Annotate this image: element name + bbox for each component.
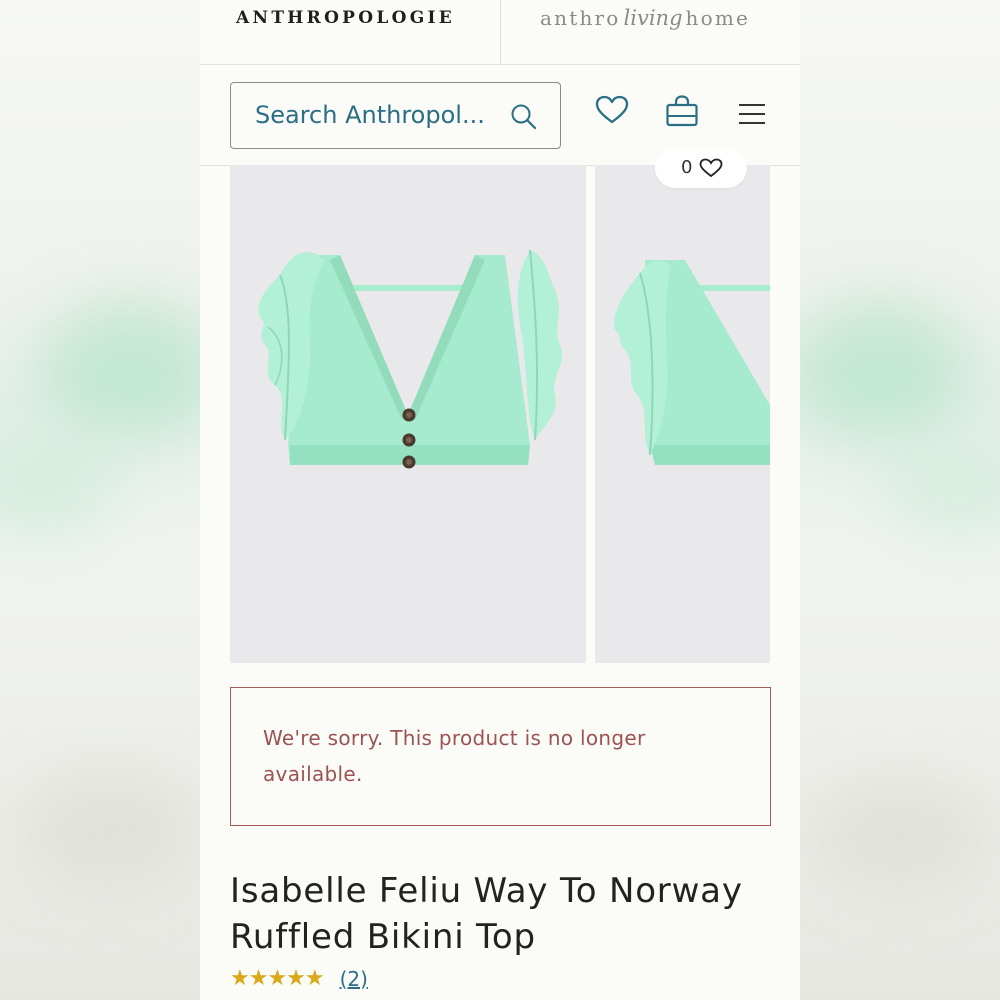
rating-row: ★★★★★ (2) (230, 966, 368, 991)
product-image-next[interactable] (595, 165, 770, 663)
mobile-page: ANTHROPOLOGIE anthro living home Search … (200, 0, 800, 1000)
search-placeholder: Search Anthropol... (255, 101, 485, 129)
favorite-count-badge[interactable]: 0 (655, 148, 747, 188)
anthroliving-home-logo-link[interactable]: anthro living home (540, 6, 750, 30)
product-title: Isabelle Feliu Way To Norway Ruffled Bik… (230, 871, 743, 957)
home-brand-script: living (623, 6, 683, 30)
favorite-count: 0 (681, 157, 693, 178)
heart-outline-icon[interactable] (699, 158, 723, 178)
unavailable-message: We're sorry. This product is no longer a… (263, 726, 646, 786)
bikini-top-illustration-side (614, 260, 770, 465)
bikini-top-illustration (258, 249, 563, 469)
review-count-link[interactable]: (2) (340, 967, 368, 991)
search-input[interactable]: Search Anthropol... (230, 82, 561, 149)
heart-icon[interactable] (595, 95, 629, 125)
unavailable-notice: We're sorry. This product is no longer a… (230, 687, 771, 826)
home-brand-left: anthro (540, 6, 621, 30)
star-rating-icon: ★★★★★ (230, 966, 325, 991)
brand-divider (500, 0, 501, 64)
home-brand-right: home (685, 6, 751, 30)
product-image-main[interactable] (230, 165, 586, 663)
search-icon[interactable] (510, 103, 538, 131)
hamburger-menu-icon[interactable] (738, 103, 766, 125)
blurred-background-right (800, 0, 1000, 1000)
blurred-background-left (0, 0, 200, 1000)
anthropologie-logo-link[interactable]: ANTHROPOLOGIE (236, 8, 455, 28)
shopping-bag-icon[interactable] (665, 94, 699, 128)
brand-bar: ANTHROPOLOGIE anthro living home (200, 0, 800, 65)
